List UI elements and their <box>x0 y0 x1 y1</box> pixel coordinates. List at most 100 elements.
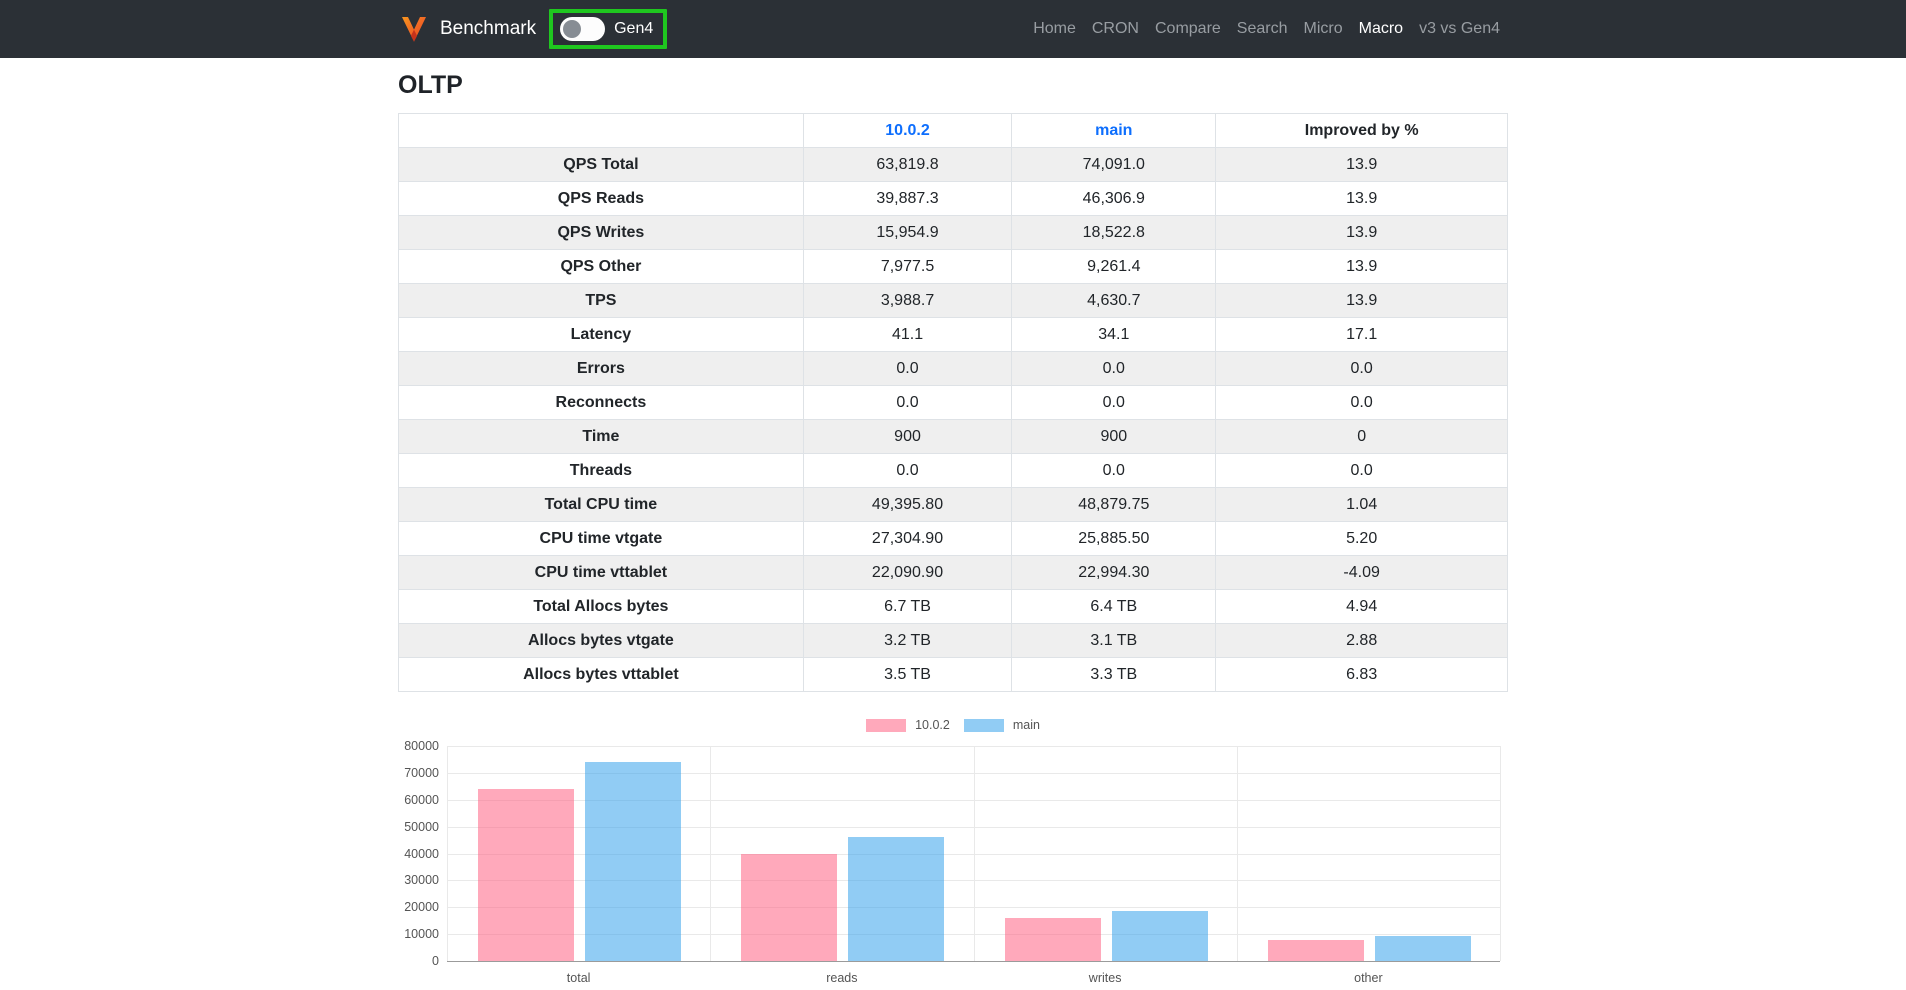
metric-label: CPU time vtgate <box>399 522 804 556</box>
legend-swatch-pink-icon <box>866 719 906 732</box>
nav-link-home[interactable]: Home <box>1025 20 1084 38</box>
value-main: 18,522.8 <box>1012 216 1216 250</box>
y-tick-label: 80000 <box>398 739 439 753</box>
metric-label: Time <box>399 420 804 454</box>
y-tick-label: 30000 <box>398 873 439 887</box>
value-main: 0.0 <box>1012 386 1216 420</box>
vitess-logo-icon <box>398 12 430 46</box>
brand[interactable]: Benchmark <box>398 12 536 46</box>
value-improved: 0.0 <box>1216 386 1508 420</box>
metric-label: CPU time vttablet <box>399 556 804 590</box>
gen4-toggle-highlight-box: Gen4 <box>549 9 667 49</box>
value-improved: 4.94 <box>1216 590 1508 624</box>
x-axis-line <box>447 961 1500 962</box>
version-link-10.0.2[interactable]: 10.0.2 <box>803 114 1011 148</box>
bar-10.0.2-total <box>478 789 574 961</box>
top-navbar: Benchmark Gen4 HomeCRONCompareSearchMicr… <box>0 0 1906 58</box>
page-title: OLTP <box>398 71 1508 100</box>
metric-label: QPS Total <box>399 148 804 182</box>
brand-label: Benchmark <box>440 18 536 40</box>
metric-label: QPS Writes <box>399 216 804 250</box>
nav-link-compare[interactable]: Compare <box>1147 20 1229 38</box>
value-improved: 5.20 <box>1216 522 1508 556</box>
metric-label: Errors <box>399 352 804 386</box>
metric-label: Reconnects <box>399 386 804 420</box>
legend-item-main[interactable]: main <box>964 718 1040 732</box>
table-header-row: 10.0.2 main Improved by % <box>399 114 1508 148</box>
legend-label: 10.0.2 <box>915 718 950 732</box>
table-row: Allocs bytes vttablet 3.5 TB 3.3 TB 6.83 <box>399 658 1508 692</box>
bar-10.0.2-reads <box>741 854 837 961</box>
version-link-main[interactable]: main <box>1012 114 1216 148</box>
value-main: 6.4 TB <box>1012 590 1216 624</box>
table-row: Latency 41.1 34.1 17.1 <box>399 318 1508 352</box>
metric-label: QPS Other <box>399 250 804 284</box>
value-10.0.2: 41.1 <box>803 318 1011 352</box>
gen4-toggle-switch[interactable] <box>560 17 605 41</box>
value-10.0.2: 0.0 <box>803 386 1011 420</box>
main-content: OLTP 10.0.2 main Improved by % QPS Total… <box>398 58 1508 990</box>
value-improved: 13.9 <box>1216 182 1508 216</box>
value-10.0.2: 27,304.90 <box>803 522 1011 556</box>
value-10.0.2: 0.0 <box>803 352 1011 386</box>
legend-swatch-blue-icon <box>964 719 1004 732</box>
table-row: QPS Reads 39,887.3 46,306.9 13.9 <box>399 182 1508 216</box>
value-10.0.2: 3,988.7 <box>803 284 1011 318</box>
value-10.0.2: 7,977.5 <box>803 250 1011 284</box>
value-main: 34.1 <box>1012 318 1216 352</box>
value-main: 74,091.0 <box>1012 148 1216 182</box>
chart-legend: 10.0.2 main <box>398 717 1508 733</box>
value-improved: 1.04 <box>1216 488 1508 522</box>
table-row: Total Allocs bytes 6.7 TB 6.4 TB 4.94 <box>399 590 1508 624</box>
table-row: QPS Total 63,819.8 74,091.0 13.9 <box>399 148 1508 182</box>
x-gridline <box>1237 746 1238 961</box>
metric-label: Total Allocs bytes <box>399 590 804 624</box>
y-tick-label: 70000 <box>398 766 439 780</box>
metric-label: Allocs bytes vtgate <box>399 624 804 658</box>
table-row: QPS Writes 15,954.9 18,522.8 13.9 <box>399 216 1508 250</box>
y-tick-label: 60000 <box>398 793 439 807</box>
table-row: Reconnects 0.0 0.0 0.0 <box>399 386 1508 420</box>
table-row: CPU time vttablet 22,090.90 22,994.30 -4… <box>399 556 1508 590</box>
value-10.0.2: 0.0 <box>803 454 1011 488</box>
nav-link-v3-vs-gen4[interactable]: v3 vs Gen4 <box>1411 20 1508 38</box>
value-main: 4,630.7 <box>1012 284 1216 318</box>
value-main: 25,885.50 <box>1012 522 1216 556</box>
value-improved: 13.9 <box>1216 148 1508 182</box>
value-improved: 13.9 <box>1216 216 1508 250</box>
bar-main-writes <box>1112 911 1208 961</box>
benchmark-table: 10.0.2 main Improved by % QPS Total 63,8… <box>398 113 1508 692</box>
y-tick-label: 0 <box>398 954 439 968</box>
value-10.0.2: 39,887.3 <box>803 182 1011 216</box>
nav-link-micro[interactable]: Micro <box>1296 20 1351 38</box>
value-10.0.2: 15,954.9 <box>803 216 1011 250</box>
x-gridline <box>974 746 975 961</box>
y-tick-label: 20000 <box>398 900 439 914</box>
nav-link-search[interactable]: Search <box>1229 20 1296 38</box>
table-row: Threads 0.0 0.0 0.0 <box>399 454 1508 488</box>
value-main: 46,306.9 <box>1012 182 1216 216</box>
x-gridline <box>710 746 711 961</box>
nav-link-cron[interactable]: CRON <box>1084 20 1147 38</box>
bar-main-total <box>585 762 681 961</box>
table-row: Allocs bytes vtgate 3.2 TB 3.1 TB 2.88 <box>399 624 1508 658</box>
table-row: Time 900 900 0 <box>399 420 1508 454</box>
bar-10.0.2-other <box>1268 940 1364 961</box>
table-row: Total CPU time 49,395.80 48,879.75 1.04 <box>399 488 1508 522</box>
legend-label: main <box>1013 718 1040 732</box>
legend-item-10.0.2[interactable]: 10.0.2 <box>866 718 950 732</box>
bar-chart-canvas[interactable]: 0100002000030000400005000060000700008000… <box>398 740 1508 990</box>
value-main: 9,261.4 <box>1012 250 1216 284</box>
metric-label: Threads <box>399 454 804 488</box>
metric-label: Allocs bytes vttablet <box>399 658 804 692</box>
y-tick-label: 10000 <box>398 927 439 941</box>
value-main: 3.1 TB <box>1012 624 1216 658</box>
nav-links: HomeCRONCompareSearchMicroMacrov3 vs Gen… <box>1025 20 1508 38</box>
value-10.0.2: 22,090.90 <box>803 556 1011 590</box>
value-improved: 13.9 <box>1216 284 1508 318</box>
value-main: 48,879.75 <box>1012 488 1216 522</box>
metric-header-empty <box>399 114 804 148</box>
table-row: CPU time vtgate 27,304.90 25,885.50 5.20 <box>399 522 1508 556</box>
metric-label: QPS Reads <box>399 182 804 216</box>
nav-link-macro[interactable]: Macro <box>1351 20 1411 38</box>
